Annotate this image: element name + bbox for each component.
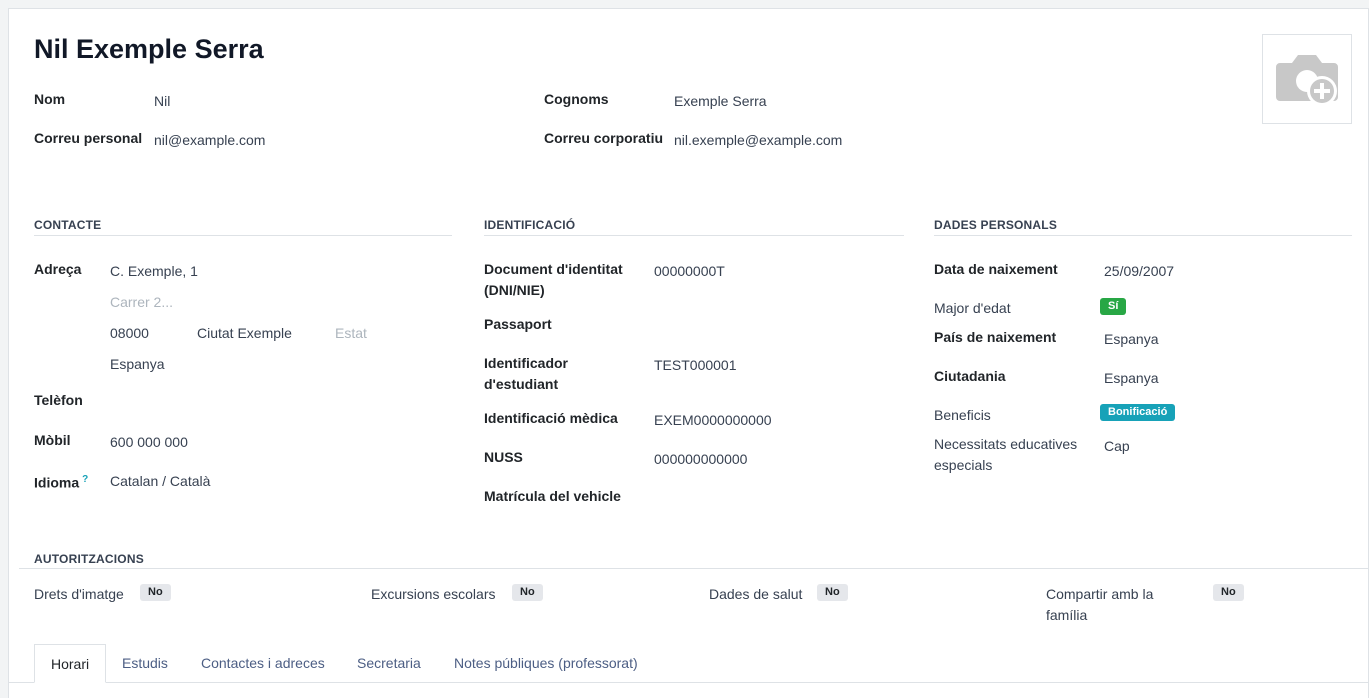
correu-personal-label: Correu personal <box>34 130 143 146</box>
excursions-badge[interactable]: No <box>512 584 543 601</box>
nom-label: Nom <box>34 91 66 107</box>
pais-naixement-label: País de naixement <box>934 329 1057 345</box>
compartir-familia-badge[interactable]: No <box>1213 584 1244 601</box>
form-sheet: Nil Exemple Serra Nom Nil Cognoms Exempl… <box>8 8 1369 698</box>
nee-field[interactable]: Cap <box>1104 436 1130 457</box>
cognoms-label: Cognoms <box>544 91 609 107</box>
idioma-label-text: Idioma <box>34 474 80 491</box>
correu-corporatiu-field[interactable]: nil.exemple@example.com <box>674 130 842 151</box>
help-icon[interactable]: ? <box>82 474 88 485</box>
major-edat-label: Major d'edat <box>934 300 1011 316</box>
naixement-field[interactable]: 25/09/2007 <box>1104 261 1174 282</box>
medical-id-field[interactable]: EXEM0000000000 <box>654 410 772 431</box>
student-id-label-line2: d'estudiant <box>484 376 559 392</box>
autoritzacions-header: AUTORITZACIONS <box>34 552 144 566</box>
correu-corporatiu-label: Correu corporatiu <box>544 130 664 146</box>
dades-personals-header: DADES PERSONALS <box>934 218 1058 232</box>
nee-label-line2: especials <box>934 457 993 473</box>
avatar-upload[interactable] <box>1262 34 1352 124</box>
ciutadania-field[interactable]: Espanya <box>1104 368 1158 389</box>
drets-imatge-badge[interactable]: No <box>140 584 171 601</box>
city-field[interactable]: Ciutat Exemple <box>197 323 292 344</box>
drets-imatge-label: Drets d'imatge <box>34 586 124 602</box>
vehicle-label: Matrícula del vehicle <box>484 488 621 504</box>
identificacio-header: IDENTIFICACIÓ <box>484 218 576 232</box>
dades-personals-divider <box>934 235 1352 236</box>
medical-id-label: Identificació mèdica <box>484 410 618 426</box>
tab-estudis[interactable]: Estudis <box>106 644 184 683</box>
mobil-field[interactable]: 600 000 000 <box>110 432 188 453</box>
major-edat-badge: Sí <box>1100 298 1127 315</box>
correu-personal-field[interactable]: nil@example.com <box>154 130 265 151</box>
camera-plus-icon <box>1276 55 1338 106</box>
student-id-label-line1: Identificador <box>484 355 569 371</box>
beneficis-label: Beneficis <box>934 407 991 423</box>
tab-notes-publiques[interactable]: Notes públiques (professorat) <box>438 644 654 683</box>
excursions-label: Excursions escolars <box>371 586 496 602</box>
tab-horari[interactable]: Horari <box>34 644 107 683</box>
document-label-line2: (DNI/NIE) <box>484 282 545 298</box>
idioma-field[interactable]: Catalan / Català <box>110 471 210 492</box>
document-label-line1: Document d'identitat <box>484 261 623 277</box>
document-field[interactable]: 00000000T <box>654 261 725 282</box>
beneficis-badge[interactable]: Bonificació <box>1100 404 1176 421</box>
contacte-header: CONTACTE <box>34 218 102 232</box>
country-field[interactable]: Espanya <box>110 354 164 375</box>
autoritzacions-divider <box>19 568 1369 569</box>
nee-label-line1: Necessitats educatives <box>934 436 1078 452</box>
ciutadania-label: Ciutadania <box>934 368 1006 384</box>
nuss-field[interactable]: 000000000000 <box>654 449 747 470</box>
nuss-label: NUSS <box>484 449 523 465</box>
idioma-label: Idioma? <box>34 469 88 494</box>
student-id-field[interactable]: TEST000001 <box>654 355 737 376</box>
compartir-familia-label-line1: Compartir amb la <box>1046 586 1154 602</box>
compartir-familia-label-line2: família <box>1046 607 1088 623</box>
tab-contactes-adreces[interactable]: Contactes i adreces <box>185 644 341 683</box>
passaport-label: Passaport <box>484 316 552 332</box>
zip-field[interactable]: 08000 <box>110 323 149 344</box>
nom-field[interactable]: Nil <box>154 91 170 112</box>
state-field[interactable]: Estat <box>335 323 367 344</box>
telefon-label: Telèfon <box>34 392 83 408</box>
street2-field[interactable]: Carrer 2... <box>110 292 173 313</box>
naixement-label: Data de naixement <box>934 261 1058 277</box>
dades-salut-label: Dades de salut <box>709 586 803 602</box>
street-field[interactable]: C. Exemple, 1 <box>110 261 198 282</box>
record-title: Nil Exemple Serra <box>34 34 264 64</box>
pais-naixement-field[interactable]: Espanya <box>1104 329 1158 350</box>
adreca-label: Adreça <box>34 261 82 277</box>
dades-salut-badge[interactable]: No <box>817 584 848 601</box>
mobil-label: Mòbil <box>34 432 71 448</box>
cognoms-field[interactable]: Exemple Serra <box>674 91 767 112</box>
tab-secretaria[interactable]: Secretaria <box>341 644 437 683</box>
identificacio-divider <box>484 235 904 236</box>
contacte-divider <box>34 235 452 236</box>
